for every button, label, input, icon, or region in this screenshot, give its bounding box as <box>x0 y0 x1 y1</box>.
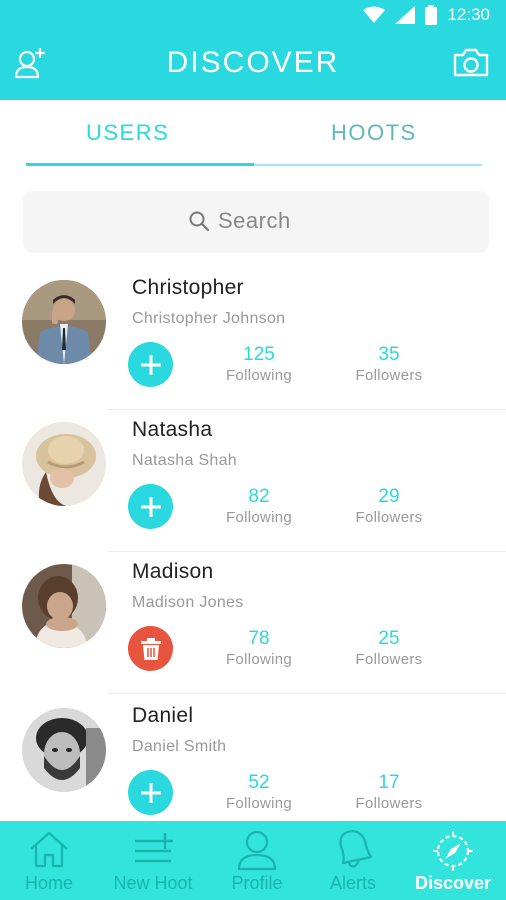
wifi-icon <box>363 6 386 23</box>
followers-label: Followers <box>355 509 423 526</box>
page-title: DISCOVER <box>166 46 340 79</box>
follow-button[interactable] <box>128 484 173 529</box>
followers-stat[interactable]: 25 Followers <box>334 628 444 670</box>
user-full-name: Daniel Smith <box>132 738 227 755</box>
following-count: 78 <box>248 628 270 649</box>
user-name: Madison <box>132 560 214 583</box>
list-item[interactable]: Madison Madison Jones 78 Following 25 Fo… <box>0 552 506 694</box>
signal-icon <box>395 6 416 24</box>
following-stat[interactable]: 82 Following <box>204 486 314 528</box>
nav-label: Home <box>24 873 73 893</box>
camera-icon[interactable] <box>452 48 490 78</box>
followers-label: Followers <box>355 367 423 384</box>
following-label: Following <box>225 367 293 384</box>
battery-icon <box>425 5 438 25</box>
user-full-name: Madison Jones <box>132 594 244 611</box>
nav-home[interactable]: Home <box>0 821 98 900</box>
tab-bar: USERS HOOTS <box>26 100 482 166</box>
list-item[interactable]: Daniel Daniel Smith 52 Following 17 Foll… <box>0 696 506 838</box>
followers-stat[interactable]: 17 Followers <box>334 772 444 814</box>
following-label: Following <box>225 795 293 812</box>
followers-count: 35 <box>378 344 400 365</box>
tab-indicator <box>26 163 254 166</box>
nav-label: Discover <box>414 873 492 893</box>
following-stat[interactable]: 125 Following <box>204 344 314 386</box>
plus-icon <box>140 782 161 803</box>
profile-icon <box>237 830 277 871</box>
trash-icon <box>140 637 161 660</box>
followers-count: 17 <box>378 772 400 793</box>
user-name: Natasha <box>132 418 213 441</box>
delete-button[interactable] <box>128 626 173 671</box>
following-label: Following <box>225 651 293 668</box>
followers-stat[interactable]: 35 Followers <box>334 344 444 386</box>
tab-users[interactable]: USERS <box>86 120 169 146</box>
search-placeholder: Search <box>218 208 291 233</box>
list-item[interactable]: Natasha Natasha Shah 82 Following 29 Fol… <box>0 410 506 552</box>
app-bar: DISCOVER <box>0 32 506 100</box>
search-input[interactable]: Search <box>23 191 489 253</box>
followers-label: Followers <box>355 795 423 812</box>
follow-button[interactable] <box>128 770 173 815</box>
nav-alerts[interactable]: Alerts <box>306 821 400 900</box>
nav-profile[interactable]: Profile <box>208 821 306 900</box>
compass-icon <box>433 831 473 871</box>
followers-stat[interactable]: 29 Followers <box>334 486 444 528</box>
bottom-nav: Home New Hoot Profile Alerts Discover <box>0 821 506 900</box>
follow-button[interactable] <box>128 342 173 387</box>
search-icon <box>189 211 210 232</box>
avatar[interactable] <box>22 708 106 792</box>
plus-icon <box>140 496 161 517</box>
following-count: 52 <box>248 772 270 793</box>
tab-hoots[interactable]: HOOTS <box>331 120 417 146</box>
nav-new-hoot[interactable]: New Hoot <box>98 821 208 900</box>
row-divider <box>108 693 506 694</box>
avatar[interactable] <box>22 564 106 648</box>
followers-label: Followers <box>355 651 423 668</box>
new-hoot-icon <box>135 833 173 863</box>
followers-count: 25 <box>378 628 400 649</box>
user-name: Christopher <box>132 276 244 299</box>
following-label: Following <box>225 509 293 526</box>
bell-icon <box>339 830 373 868</box>
following-count: 125 <box>243 344 275 365</box>
nav-discover[interactable]: Discover <box>400 821 506 900</box>
nav-label: Profile <box>231 873 283 893</box>
list-item[interactable]: Christopher Christopher Johnson 125 Foll… <box>0 268 506 410</box>
user-name: Daniel <box>132 704 194 727</box>
following-stat[interactable]: 78 Following <box>204 628 314 670</box>
status-bar: 12:30 <box>0 0 506 32</box>
nav-label: Alerts <box>329 873 376 893</box>
home-icon <box>30 831 68 868</box>
following-stat[interactable]: 52 Following <box>204 772 314 814</box>
nav-label: New Hoot <box>113 873 193 893</box>
user-full-name: Natasha Shah <box>132 452 238 469</box>
status-time: 12:30 <box>447 5 490 24</box>
followers-count: 29 <box>378 486 400 507</box>
avatar[interactable] <box>22 280 106 364</box>
user-full-name: Christopher Johnson <box>132 310 286 327</box>
following-count: 82 <box>248 486 270 507</box>
avatar[interactable] <box>22 422 106 506</box>
plus-icon <box>140 354 161 375</box>
